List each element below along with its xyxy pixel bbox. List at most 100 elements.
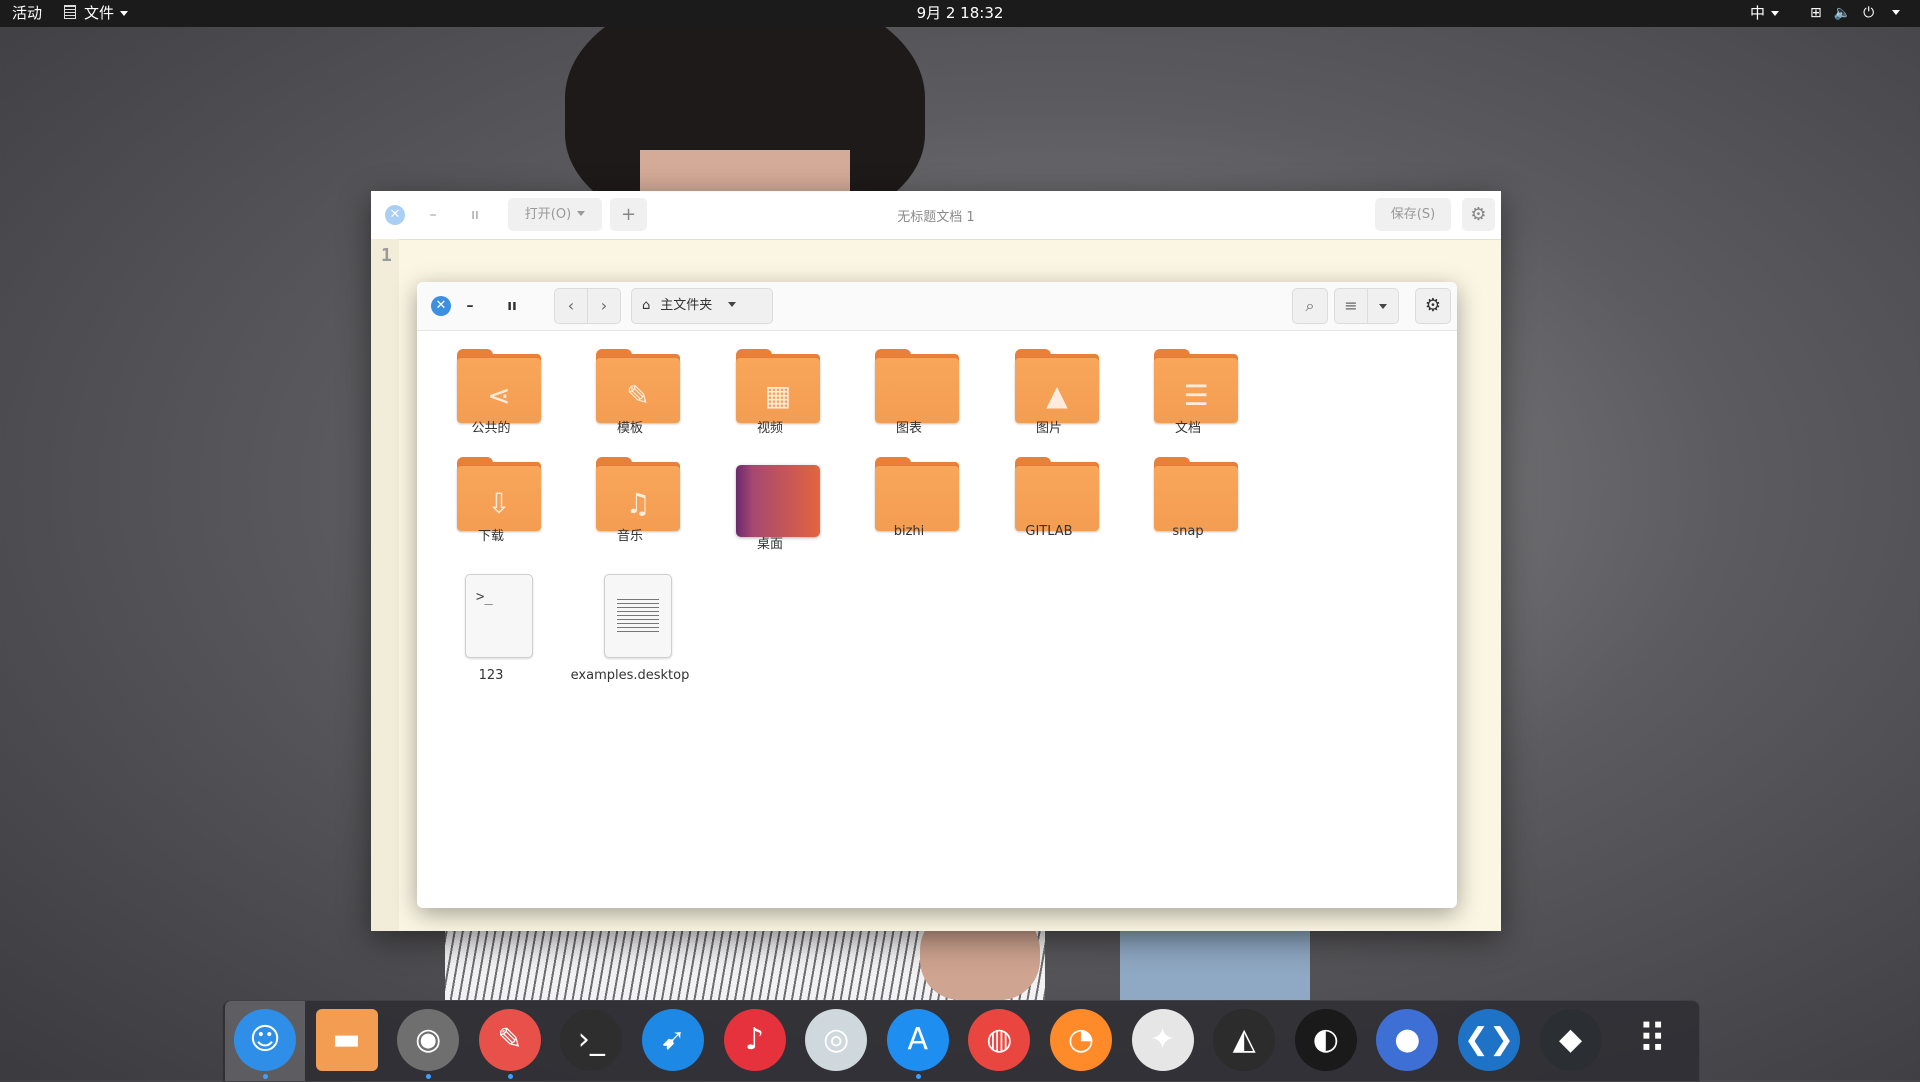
folder-icon: ♫: [596, 457, 680, 531]
file-item-label: 音乐: [616, 529, 643, 544]
forward-button[interactable]: ›: [587, 288, 621, 324]
dock-files-icon[interactable]: ▬: [315, 1009, 378, 1071]
top-bar: 活动 文件 9月 2 18:32 中 ⊞ 🔈 ⏻: [0, 0, 1920, 27]
back-button[interactable]: ‹: [554, 288, 588, 324]
file-item[interactable]: ⇩ 下载: [426, 438, 556, 546]
file-item[interactable]: 桌面: [705, 438, 835, 552]
dock-cube-app-icon[interactable]: ◆: [1539, 1009, 1602, 1071]
terminal-icon: >_: [465, 574, 533, 658]
video-icon: ▦: [764, 379, 792, 412]
folder-icon: [1154, 457, 1238, 531]
dock-obs-icon[interactable]: ◐: [1294, 1009, 1357, 1071]
file-item[interactable]: 图表: [844, 330, 974, 438]
save-button[interactable]: 保存(S): [1375, 198, 1451, 231]
dock-gimp-icon[interactable]: ✦: [1131, 1009, 1194, 1071]
path-bar-home-button[interactable]: ⌂ 主文件夹: [631, 288, 773, 324]
dock-toggle-icon[interactable]: ◉: [397, 1009, 460, 1071]
file-item[interactable]: ▲ 图片: [984, 330, 1114, 438]
file-item[interactable]: ▦ 视频: [705, 330, 835, 438]
file-item[interactable]: ☰ 文档: [1123, 330, 1253, 438]
file-item[interactable]: examples.desktop: [565, 546, 695, 683]
files-headerbar: ✕ – ıı ‹ › ⌂ 主文件夹 ⌕ ≡ ⚙: [417, 282, 1457, 331]
file-item[interactable]: >_ 123: [426, 546, 556, 683]
list-view-button[interactable]: ≡: [1334, 288, 1368, 324]
download-icon: ⇩: [487, 487, 511, 520]
dock-vscode-icon[interactable]: ❮❯: [1458, 1009, 1520, 1071]
running-indicator: [915, 1074, 921, 1079]
picture-icon: ▲: [1046, 379, 1068, 412]
input-method-button[interactable]: 中: [1750, 0, 1780, 27]
share-icon: ⋖: [487, 379, 511, 412]
dock-inkscape-icon[interactable]: ◭: [1213, 1009, 1276, 1071]
clock: 9月 2 18:32: [0, 0, 1920, 27]
dock-app-grid-icon[interactable]: ⠿: [1621, 1009, 1683, 1071]
dock-firefox-icon[interactable]: ◔: [1050, 1009, 1112, 1071]
file-item[interactable]: snap: [1123, 438, 1253, 546]
file-item-label: 图表: [895, 421, 922, 436]
editor-menu-button[interactable]: ⚙: [1462, 198, 1495, 231]
power-icon: ⏻: [1863, 5, 1875, 21]
activities-button[interactable]: 活动: [12, 0, 42, 27]
file-manager-window: ✕ – ıı ‹ › ⌂ 主文件夹 ⌕ ≡ ⚙ ⋖ 公共的 ✎ 模板 ▦ 视频 图表 ▲ 图片 ☰ 文…: [417, 282, 1457, 908]
file-item[interactable]: ⋖ 公共的: [426, 330, 556, 438]
files-maximize-button[interactable]: ıı: [502, 296, 522, 316]
text-file-icon: [604, 574, 672, 658]
dock-chrome-icon[interactable]: ◍: [968, 1009, 1031, 1071]
search-icon: ⌕: [1305, 296, 1315, 315]
system-tray[interactable]: ⊞ 🔈 ⏻: [1810, 0, 1912, 27]
file-item[interactable]: bizhi: [844, 438, 974, 546]
app-menu-button[interactable]: 文件: [64, 0, 129, 27]
app-menu-label: 文件: [84, 4, 115, 22]
folder-icon: ⋖: [457, 349, 541, 423]
none: [875, 371, 959, 423]
dock-screenshot-icon[interactable]: ●: [1376, 1009, 1439, 1071]
file-item[interactable]: ♫ 音乐: [565, 438, 695, 546]
file-item[interactable]: GITLAB: [984, 438, 1114, 546]
folder-icon: [1015, 457, 1099, 531]
file-item[interactable]: ✎ 模板: [565, 330, 695, 438]
folder-icon: ☰: [1154, 349, 1238, 423]
dock-netease-music-icon[interactable]: ♪: [723, 1009, 786, 1071]
dock-app-store-icon[interactable]: A: [886, 1009, 949, 1071]
files-close-button[interactable]: ✕: [431, 296, 451, 316]
gear-icon: ⚙: [1470, 204, 1487, 225]
activities-label: 活动: [12, 4, 43, 22]
music-icon: ♫: [625, 487, 651, 520]
chevron-down-icon: [728, 302, 737, 307]
files-menu-button[interactable]: ⚙: [1415, 288, 1451, 324]
file-item-label: 桌面: [756, 537, 783, 552]
search-button[interactable]: ⌕: [1292, 288, 1328, 324]
files-minimize-button[interactable]: –: [460, 296, 480, 316]
chevron-left-icon: ‹: [567, 296, 575, 315]
home-icon: ⌂: [642, 298, 651, 313]
path-label: 主文件夹: [660, 298, 713, 313]
view-options-button[interactable]: [1367, 288, 1399, 324]
dock-safari-icon[interactable]: ➹: [642, 1009, 704, 1071]
chevron-down-icon: [120, 11, 129, 16]
clock-button[interactable]: 9月 2 18:32: [917, 4, 1004, 22]
file-item-label: 123: [478, 668, 504, 683]
dock-terminal-icon[interactable]: ›_: [560, 1009, 623, 1071]
dock: ☺ ▬ ◉ ✎ ›_ ➹ ♪ ◎ A ◍ ◔ ✦ ◭ ◐ ● ❮❯ ◆ ⠿: [222, 1000, 1700, 1082]
chevron-down-icon: [1771, 11, 1780, 16]
dock-camera-icon[interactable]: ◎: [805, 1009, 868, 1071]
dock-text-editor-icon[interactable]: ✎: [478, 1009, 541, 1071]
volume-icon: 🔈: [1833, 5, 1852, 21]
chevron-down-icon: [1379, 304, 1387, 309]
running-indicator: [263, 1074, 268, 1079]
file-item-label: 下载: [477, 529, 504, 544]
dock-finder-icon[interactable]: ☺: [234, 1009, 296, 1071]
chevron-right-icon: ›: [600, 296, 608, 315]
folder-icon: [875, 349, 959, 423]
app-menu-icon: [64, 5, 76, 19]
gear-icon: ⚙: [1424, 295, 1442, 316]
list-icon: ≡: [1344, 296, 1358, 315]
folder-icon: ⇩: [457, 457, 541, 531]
document-icon: ☰: [1183, 379, 1209, 412]
folder-icon: ▦: [736, 349, 820, 423]
file-item-label: examples.desktop: [570, 668, 690, 683]
folder-icon: ▲: [1015, 349, 1099, 423]
folder-icon: ✎: [596, 349, 680, 423]
editor-headerbar: ✕ – ıı 打开(O) + 无标题文档 1 保存(S) ⚙: [371, 191, 1501, 240]
document-title: 无标题文档 1: [897, 210, 975, 225]
